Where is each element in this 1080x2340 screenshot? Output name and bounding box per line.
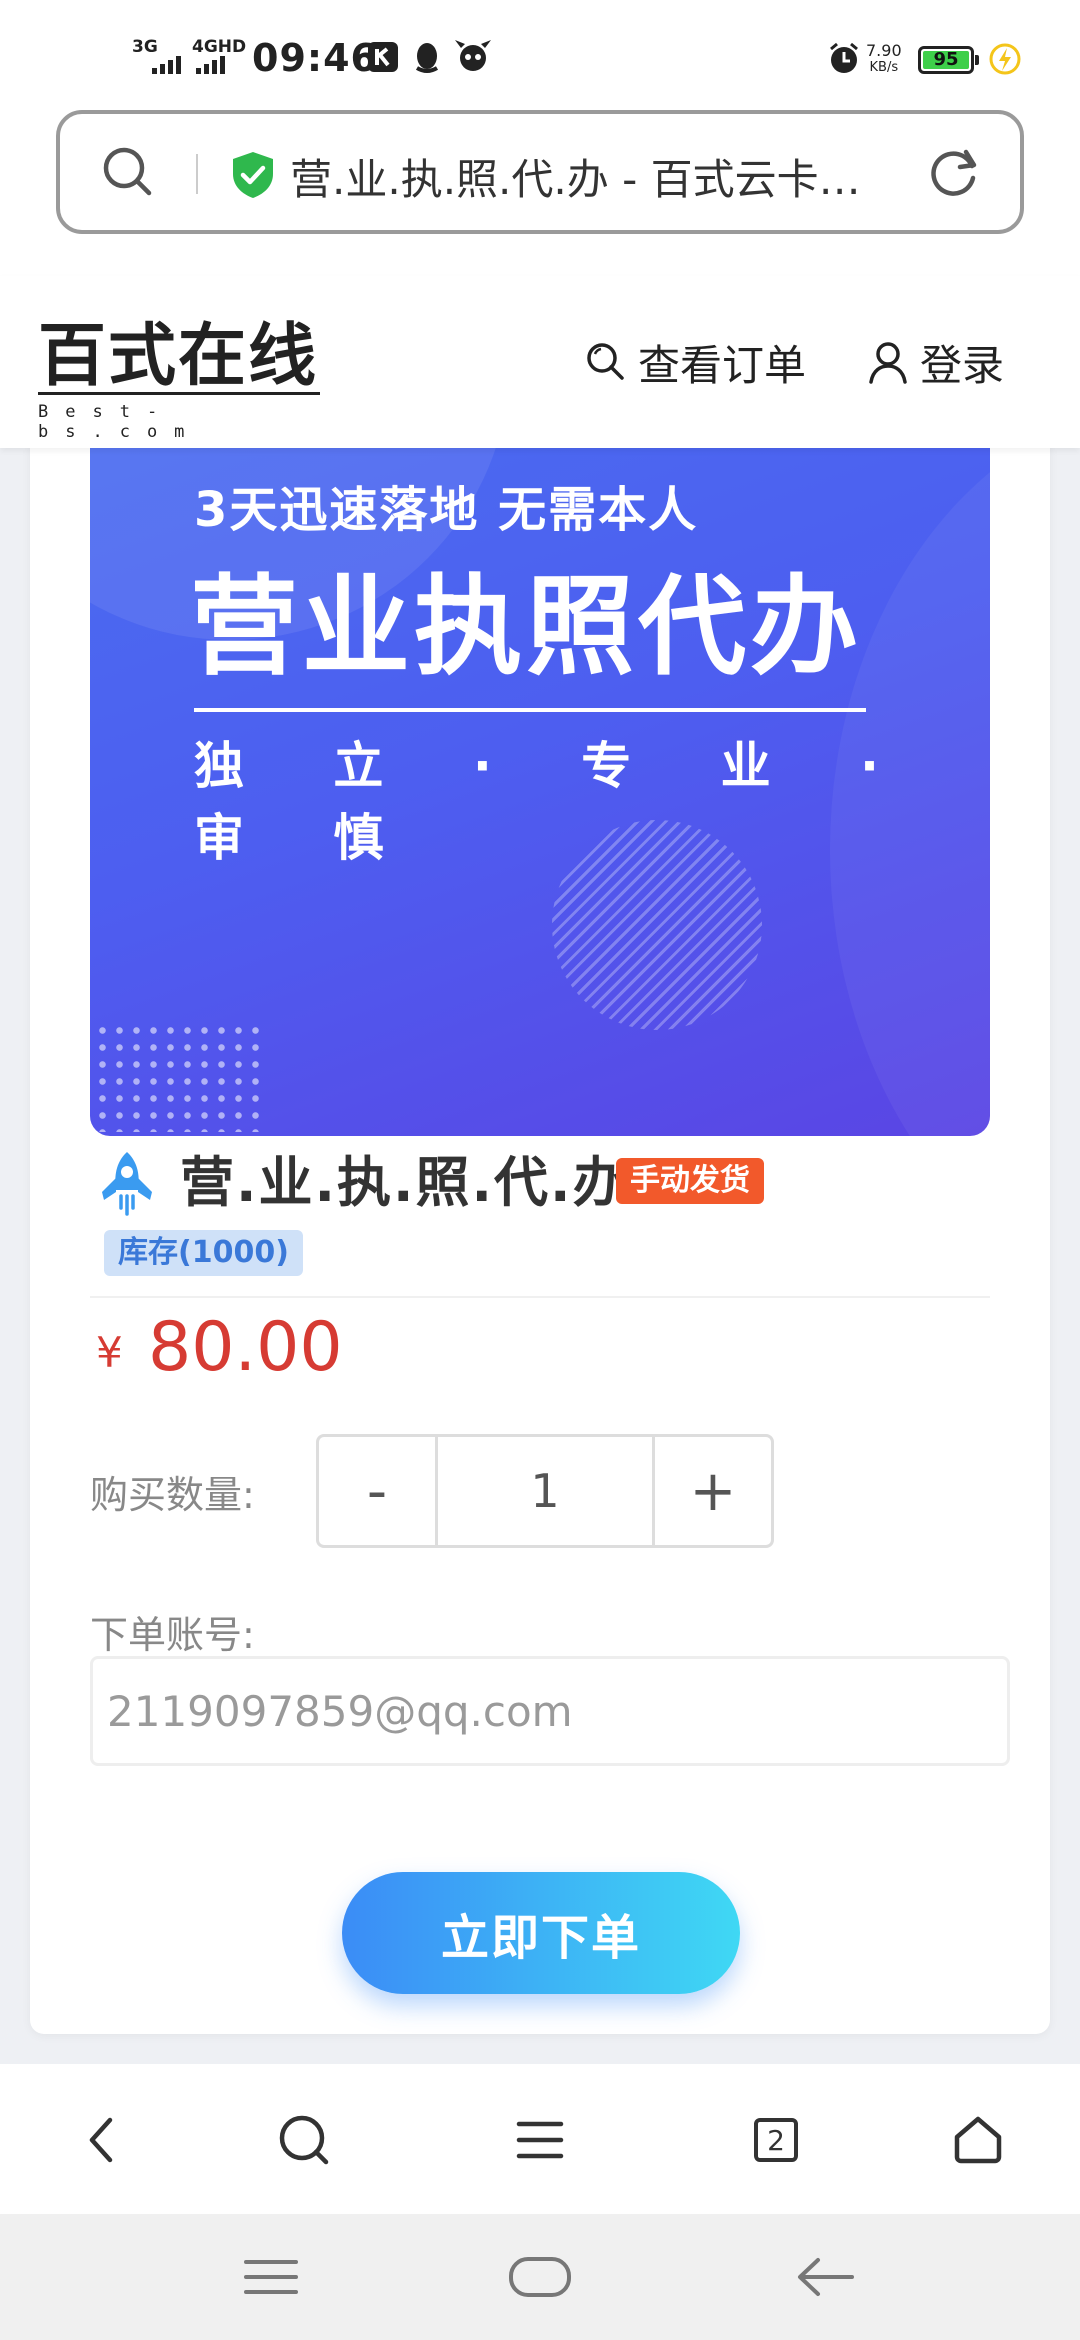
menu-icon[interactable] <box>504 2104 576 2176</box>
quantity-increase-button[interactable]: + <box>655 1437 771 1545</box>
secure-shield-icon <box>230 150 276 204</box>
quantity-value[interactable]: 1 <box>435 1437 655 1545</box>
site-logo[interactable]: 百式在线 <box>38 300 318 399</box>
product-banner: 3天迅速落地 无需本人 营业执照代办 独 立 · 专 业 · 审 慎 <box>90 440 990 1136</box>
banner-slogan: 独 立 · 专 业 · 审 慎 <box>194 737 910 867</box>
status-bar <box>0 0 1080 90</box>
view-orders-link[interactable]: 查看订单 <box>584 330 806 394</box>
stock-badge: 库存(1000) <box>104 1230 303 1276</box>
login-label: 登录 <box>920 340 1005 390</box>
quantity-label: 购买数量: <box>90 1473 255 1517</box>
quantity-decrease-button[interactable]: - <box>319 1437 435 1545</box>
network-speed-unit: KB/s <box>869 60 899 75</box>
order-now-button[interactable]: 立即下单 <box>342 1872 740 1994</box>
banner-tagline: 3天迅速落地 无需本人 <box>194 482 699 538</box>
banner-headline: 营业执照代办 <box>190 565 863 690</box>
banner-rule <box>194 708 866 712</box>
account-label: 下单账号: <box>90 1613 255 1657</box>
recent-apps-icon[interactable] <box>242 2256 300 2302</box>
search-icon[interactable] <box>100 144 156 204</box>
delivery-badge: 手动发货 <box>616 1158 764 1204</box>
address-title[interactable]: 营.业.执.照.代.办 - 百式云卡… <box>290 146 910 207</box>
status-app-icons <box>368 38 498 82</box>
account-input[interactable] <box>90 1656 1010 1766</box>
qq-icon <box>415 43 439 73</box>
tabs-button[interactable]: 2 <box>740 2104 812 2176</box>
battery-icon: 95 <box>918 46 979 74</box>
mascot-icon <box>455 40 491 71</box>
rocket-icon <box>94 1148 160 1220</box>
price-currency: ¥ <box>96 1328 123 1377</box>
order-search-icon <box>587 343 624 380</box>
k-app-icon <box>368 42 398 72</box>
product-price: 80.00 <box>148 1308 343 1387</box>
status-time: 09:46 <box>252 36 378 80</box>
back-icon[interactable] <box>66 2104 138 2176</box>
system-home-icon[interactable] <box>508 2254 572 2304</box>
battery-level: 95 <box>923 51 969 69</box>
alarm-icon <box>828 42 860 80</box>
refresh-icon[interactable] <box>926 144 982 204</box>
login-link[interactable]: 登录 <box>866 330 1004 394</box>
toolbar-search-icon[interactable] <box>268 2104 340 2176</box>
home-icon[interactable] <box>942 2104 1014 2176</box>
tab-count: 2 <box>754 2118 798 2162</box>
view-orders-label: 查看订单 <box>638 340 807 390</box>
product-title: 营.业.执.照.代.办 <box>180 1151 629 1214</box>
network-speed: 7.90 KB/s <box>866 42 902 76</box>
logo-underline <box>38 392 320 395</box>
site-logo-subtitle: Best-bs.com <box>38 402 202 442</box>
signal-2-icon <box>196 52 230 74</box>
signal-1-icon <box>152 52 186 74</box>
quantity-stepper: - 1 + <box>316 1434 774 1548</box>
divider <box>90 1296 990 1298</box>
system-back-icon[interactable] <box>794 2254 856 2304</box>
charging-icon <box>988 42 1022 80</box>
address-divider <box>196 154 198 194</box>
banner-dots <box>94 1022 264 1132</box>
network-speed-value: 7.90 <box>866 41 902 60</box>
user-icon <box>869 342 907 384</box>
